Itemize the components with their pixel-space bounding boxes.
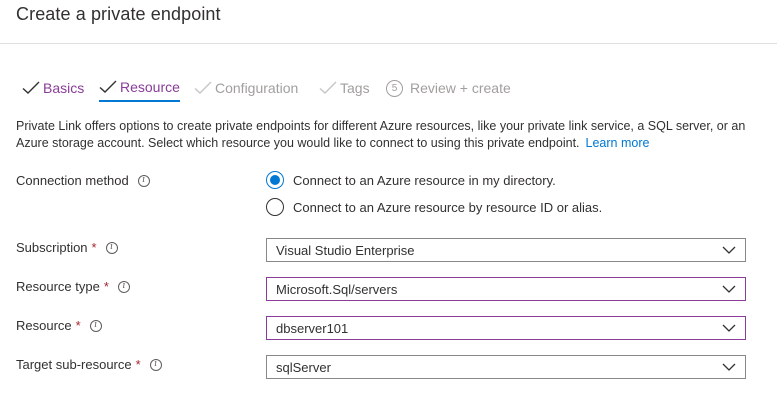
subscription-label-text: Subscription: [16, 240, 88, 255]
checkmark-icon: [22, 81, 40, 94]
tab-basics-label: Basics: [43, 80, 85, 96]
resource-type-label: Resource type * i: [16, 279, 130, 294]
subscription-label: Subscription * i: [16, 240, 118, 255]
chevron-down-icon: [722, 285, 736, 293]
radio-button-checked[interactable]: [266, 171, 284, 189]
radio-option-resource-id[interactable]: Connect to an Azure resource by resource…: [266, 198, 602, 216]
tab-basics[interactable]: Basics: [22, 76, 84, 100]
header-divider: [0, 43, 777, 44]
target-sub-resource-dropdown[interactable]: sqlServer: [266, 355, 746, 379]
info-icon[interactable]: i: [149, 358, 162, 371]
tab-review-create[interactable]: 5 Review + create: [386, 76, 511, 100]
resource-value: dbserver101: [276, 320, 349, 336]
target-sub-resource-label-text: Target sub-resource: [16, 357, 132, 372]
radio-option-resource-id-label: Connect to an Azure resource by resource…: [293, 199, 603, 215]
tab-configuration-label: Configuration: [215, 80, 299, 96]
tab-tags-label: Tags: [340, 80, 370, 96]
resource-type-dropdown[interactable]: Microsoft.Sql/servers: [266, 277, 746, 301]
target-sub-resource-value: sqlServer: [276, 359, 331, 375]
required-marker: *: [75, 318, 81, 333]
tab-tags[interactable]: Tags: [319, 76, 370, 100]
tab-review-create-label: Review + create: [410, 80, 511, 96]
radio-option-directory[interactable]: Connect to an Azure resource in my direc…: [266, 171, 556, 189]
required-marker: *: [91, 240, 97, 255]
checkmark-icon: [99, 80, 117, 93]
connection-method-label: Connection method i: [16, 173, 150, 188]
tab-resource[interactable]: Resource: [99, 76, 180, 102]
resource-label: Resource * i: [16, 318, 102, 333]
description: Private Link offers options to create pr…: [16, 118, 746, 152]
resource-dropdown[interactable]: dbserver101: [266, 316, 746, 340]
page-title: Create a private endpoint: [16, 4, 221, 24]
subscription-value: Visual Studio Enterprise: [276, 242, 415, 258]
info-icon[interactable]: i: [137, 174, 150, 187]
checkmark-icon: [194, 81, 212, 94]
required-marker: *: [135, 357, 141, 372]
info-icon[interactable]: i: [89, 319, 102, 332]
chevron-down-icon: [722, 246, 736, 254]
chevron-down-icon: [722, 324, 736, 332]
resource-label-text: Resource: [16, 318, 72, 333]
target-sub-resource-label: Target sub-resource * i: [16, 357, 162, 372]
step-number-badge: 5: [386, 79, 403, 97]
required-marker: *: [103, 279, 109, 294]
resource-type-label-text: Resource type: [16, 279, 100, 294]
tab-configuration[interactable]: Configuration: [194, 76, 298, 100]
checkmark-icon: [319, 81, 337, 94]
radio-button-unchecked[interactable]: [266, 198, 284, 216]
chevron-down-icon: [722, 363, 736, 371]
tab-resource-label: Resource: [120, 79, 180, 95]
resource-type-value: Microsoft.Sql/servers: [276, 281, 398, 297]
info-icon[interactable]: i: [105, 241, 118, 254]
info-icon[interactable]: i: [117, 280, 130, 293]
connection-method-label-text: Connection method: [16, 173, 129, 188]
radio-option-directory-label: Connect to an Azure resource in my direc…: [293, 172, 556, 188]
learn-more-link[interactable]: Learn more: [586, 136, 650, 150]
subscription-dropdown[interactable]: Visual Studio Enterprise: [266, 238, 746, 262]
